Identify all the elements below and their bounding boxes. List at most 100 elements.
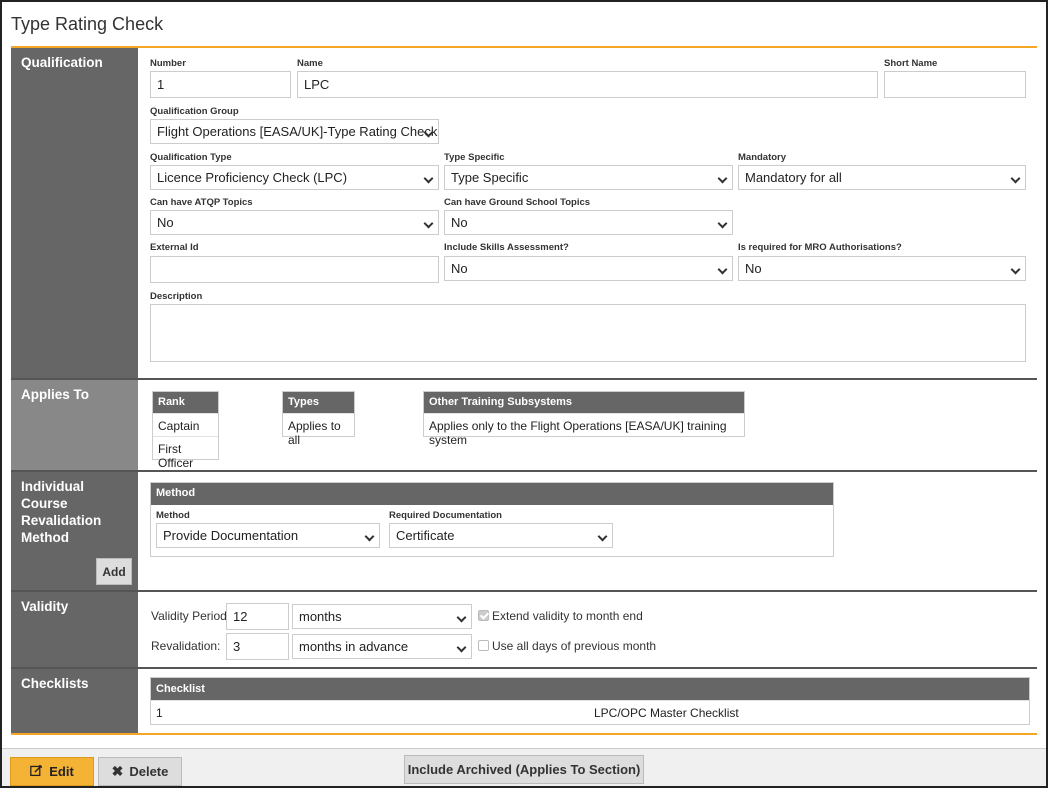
checklists-section: Checklists Checklist 1 LPC/OPC Master Ch… [11, 669, 1037, 733]
type-specific-value: Type Specific [451, 170, 529, 185]
use-all-days-label: Use all days of previous month [492, 639, 657, 653]
qualification-section: Qualification Number 1 Name LPC Short Na… [11, 48, 1037, 378]
ground-school-label: Can have Ground School Topics [444, 197, 591, 208]
atqp-select[interactable]: No [150, 210, 439, 235]
method-value: Provide Documentation [163, 528, 299, 543]
edit-button[interactable]: Edit [10, 757, 94, 786]
applies-to-body: Rank Captain First Officer Types Applies… [138, 380, 1037, 470]
method-select[interactable]: Provide Documentation [156, 523, 380, 548]
method-table-header: Method [151, 483, 833, 505]
atqp-label: Can have ATQP Topics [150, 197, 253, 208]
external-id-input[interactable] [150, 256, 439, 283]
ground-school-select[interactable]: No [444, 210, 733, 235]
validity-period-label: Validity Period: [151, 609, 231, 623]
chevron-down-icon [712, 166, 732, 189]
qualification-group-select[interactable]: Flight Operations [EASA/UK]-Type Rating … [150, 119, 439, 144]
checklist-table: Checklist 1 LPC/OPC Master Checklist [150, 677, 1030, 725]
chevron-down-icon [418, 211, 438, 234]
add-button[interactable]: Add [96, 558, 132, 585]
skills-assessment-label: Include Skills Assessment? [444, 242, 569, 253]
atqp-value: No [157, 215, 174, 230]
revalidation-unit-value: months in advance [299, 639, 409, 654]
mandatory-select[interactable]: Mandatory for all [738, 165, 1026, 190]
extend-validity-label: Extend validity to month end [492, 609, 643, 623]
checklists-body: Checklist 1 LPC/OPC Master Checklist [138, 669, 1037, 733]
mro-label: Is required for MRO Authorisations? [738, 242, 902, 253]
section-label-applies-to: Applies To [11, 380, 138, 470]
types-header: Types [283, 392, 354, 413]
chevron-down-icon [712, 257, 732, 280]
chevron-down-icon [418, 166, 438, 189]
table-row[interactable]: 1 LPC/OPC Master Checklist [151, 700, 1029, 724]
name-label: Name [297, 58, 323, 69]
rank-row: Captain [153, 413, 218, 436]
chevron-down-icon [451, 605, 471, 628]
types-table: Types Applies to all [282, 391, 355, 447]
revalidation-section: Individual Course Revalidation Method Ad… [11, 472, 1037, 590]
description-textarea[interactable] [150, 304, 1026, 362]
chevron-down-icon [712, 211, 732, 234]
delete-button-label: Delete [129, 764, 169, 779]
mandatory-label: Mandatory [738, 152, 787, 163]
skills-assessment-value: No [451, 261, 468, 276]
page-title: Type Rating Check [11, 14, 164, 34]
rank-table: Rank Captain First Officer [152, 391, 219, 470]
delete-button[interactable]: ✖ Delete [98, 757, 182, 786]
qualification-group-label: Qualification Group [150, 106, 239, 117]
chevron-down-icon [1005, 166, 1025, 189]
section-label-validity: Validity [11, 592, 138, 667]
rank-header: Rank [153, 392, 218, 413]
skills-assessment-select[interactable]: No [444, 256, 733, 281]
type-specific-select[interactable]: Type Specific [444, 165, 733, 190]
checklist-name: LPC/OPC Master Checklist [594, 706, 739, 720]
rank-row: First Officer [153, 436, 218, 470]
mandatory-value: Mandatory for all [745, 170, 842, 185]
required-documentation-select[interactable]: Certificate [389, 523, 613, 548]
accent-divider [11, 733, 1037, 735]
revalidation-unit-select[interactable]: months in advance [292, 634, 472, 659]
other-subsystems-header: Other Training Subsystems [424, 392, 744, 413]
validity-period-input[interactable]: 12 [226, 603, 289, 630]
validity-body: Validity Period: 12 months Extend validi… [138, 592, 1037, 667]
app-window: Type Rating Check Qualification Number 1… [0, 0, 1048, 788]
method-table: Method Method Provide Documentation Requ… [150, 482, 834, 557]
qualification-type-select[interactable]: Licence Proficiency Check (LPC) [150, 165, 439, 190]
external-id-label: External Id [150, 242, 199, 253]
name-input[interactable]: LPC [297, 71, 878, 98]
required-documentation-value: Certificate [396, 528, 455, 543]
section-label-checklists: Checklists [11, 669, 138, 733]
revalidation-input[interactable]: 3 [226, 633, 289, 660]
qualification-group-value: Flight Operations [EASA/UK]-Type Rating … [157, 124, 438, 139]
types-row: Applies to all [283, 413, 354, 447]
include-archived-button[interactable]: Include Archived (Applies To Section) [404, 755, 644, 784]
revalidation-body: Method Method Provide Documentation Requ… [138, 472, 1037, 590]
use-all-days-checkbox[interactable] [478, 640, 489, 651]
checklist-header: Checklist [151, 678, 1029, 700]
chevron-down-icon [592, 524, 612, 547]
qualification-type-value: Licence Proficiency Check (LPC) [157, 170, 348, 185]
applies-to-section: Applies To Rank Captain First Officer Ty… [11, 380, 1037, 470]
number-input[interactable]: 1 [150, 71, 291, 98]
validity-period-unit-value: months [299, 609, 342, 624]
mro-value: No [745, 261, 762, 276]
chevron-down-icon [359, 524, 379, 547]
ground-school-value: No [451, 215, 468, 230]
short-name-label: Short Name [884, 58, 938, 69]
close-icon: ✖ [111, 763, 124, 779]
edit-icon [30, 764, 43, 780]
method-label: Method [156, 510, 190, 521]
description-label: Description [150, 291, 203, 302]
section-label-qualification: Qualification [11, 48, 138, 378]
short-name-input[interactable] [884, 71, 1026, 98]
chevron-down-icon [451, 635, 471, 658]
type-specific-label: Type Specific [444, 152, 505, 163]
mro-select[interactable]: No [738, 256, 1026, 281]
required-documentation-label: Required Documentation [389, 510, 502, 521]
action-bar: Edit ✖ Delete Include Archived (Applies … [2, 748, 1046, 786]
validity-period-unit-select[interactable]: months [292, 604, 472, 629]
revalidation-label: Revalidation: [151, 639, 221, 653]
extend-validity-checkbox[interactable] [478, 610, 489, 621]
qualification-body: Number 1 Name LPC Short Name Qualificati… [138, 48, 1037, 378]
chevron-down-icon [1005, 257, 1025, 280]
checklist-id: 1 [156, 706, 163, 720]
